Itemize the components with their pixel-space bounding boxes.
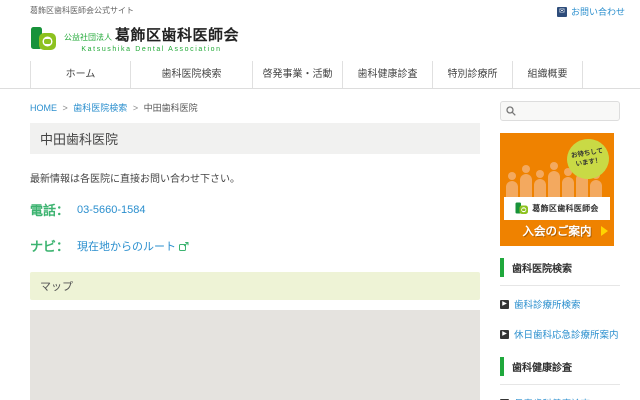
external-link-icon (179, 242, 189, 254)
phone-number-link[interactable]: 03-5660-1584 (77, 204, 146, 216)
contact-label: お問い合わせ (571, 5, 625, 18)
nav-item-home[interactable]: ホーム (30, 61, 130, 88)
site-logo[interactable]: 公益社団法人 葛飾区歯科医師会 Katsushika Dental Associ… (30, 24, 610, 53)
breadcrumb-separator: > (133, 103, 138, 113)
page-title: 中田歯科医院 (30, 123, 480, 154)
arrow-square-icon: ▶ (500, 300, 509, 309)
cta-arrow-icon (601, 226, 608, 236)
sidebar-search-box (500, 101, 620, 121)
nav-item-organization[interactable]: 組織概要 (512, 61, 582, 88)
org-name-english: Katsushika Dental Association (64, 46, 239, 53)
mail-icon: ✉ (557, 7, 567, 17)
sidebar-link-clinic-search[interactable]: ▶ 歯科診療所検索 (500, 297, 620, 311)
nav-item-special-clinic[interactable]: 特別診療所 (432, 61, 512, 88)
membership-cta: 入会のご案内 (504, 220, 610, 242)
sidebar-heading: 歯科医院検索 (500, 258, 620, 277)
info-note: 最新情報は各医院に直接お問い合わせ下さい。 (30, 170, 480, 185)
search-icon (506, 106, 516, 116)
map-canvas[interactable] (30, 310, 480, 400)
banner-logo-icon (515, 202, 529, 215)
breadcrumb-current: 中田歯科医院 (144, 103, 198, 113)
nav-item-health-checkup[interactable]: 歯科健康診査 (342, 61, 432, 88)
phone-row: 電話： 03-5660-1584 (30, 200, 480, 219)
main-content: HOME > 歯科医院検索 > 中田歯科医院 中田歯科医院 最新情報は各医院に直… (30, 101, 480, 400)
nav-item-activities[interactable]: 啓発事業・活動 (252, 61, 342, 88)
breadcrumb-separator: > (63, 103, 68, 113)
main-nav: ホーム 歯科医院検索 啓発事業・活動 歯科健康診査 特別診療所 組織概要 (0, 61, 640, 89)
membership-banner[interactable]: お待ちして います！ 葛飾区歯科医師会 入会のご案内 (500, 133, 614, 246)
banner-org-name: 葛飾区歯科医師会 (532, 203, 598, 214)
dental-association-logo-icon (30, 26, 58, 52)
sidebar-section-clinic-search: 歯科医院検索 ▶ 歯科診療所検索 ▶ 休日歯科応急診療所案内 (500, 258, 620, 341)
sidebar: お待ちして います！ 葛飾区歯科医師会 入会のご案内 歯科医院検索 (500, 101, 620, 400)
navi-label: ナビ： (30, 236, 69, 255)
site-note: 葛飾区歯科医師会公式サイト (30, 5, 134, 16)
arrow-square-icon: ▶ (500, 330, 509, 339)
top-utility-bar: 葛飾区歯科医師会公式サイト ✉ お問い合わせ (0, 0, 640, 18)
sidebar-heading: 歯科健康診査 (500, 357, 620, 376)
sidebar-link-longevity-checkup[interactable]: ▶ 長寿歯科健康診査 (500, 396, 620, 400)
contact-link[interactable]: ✉ お問い合わせ (557, 5, 625, 18)
route-link[interactable]: 現在地からのルート (77, 238, 189, 254)
breadcrumb-home-link[interactable]: HOME (30, 103, 57, 113)
nav-endcap-divider (582, 61, 610, 88)
breadcrumb-section-link[interactable]: 歯科医院検索 (73, 103, 127, 113)
phone-label: 電話： (30, 200, 69, 219)
org-type-label: 公益社団法人 (64, 32, 112, 43)
nav-item-clinic-search[interactable]: 歯科医院検索 (130, 61, 252, 88)
org-name: 葛飾区歯科医師会 (115, 24, 239, 45)
navi-row: ナビ： 現在地からのルート (30, 236, 480, 255)
map-section-heading: マップ (30, 272, 480, 300)
site-header: 公益社団法人 葛飾区歯科医師会 Katsushika Dental Associ… (0, 18, 640, 61)
breadcrumb: HOME > 歯科医院検索 > 中田歯科医院 (30, 101, 480, 114)
sidebar-search-input[interactable] (520, 106, 610, 116)
sidebar-section-health-checkup: 歯科健康診査 ▶ 長寿歯科健康診査 ▶ 成人歯科健康診査 (500, 357, 620, 400)
sidebar-link-holiday-emergency[interactable]: ▶ 休日歯科応急診療所案内 (500, 327, 620, 341)
